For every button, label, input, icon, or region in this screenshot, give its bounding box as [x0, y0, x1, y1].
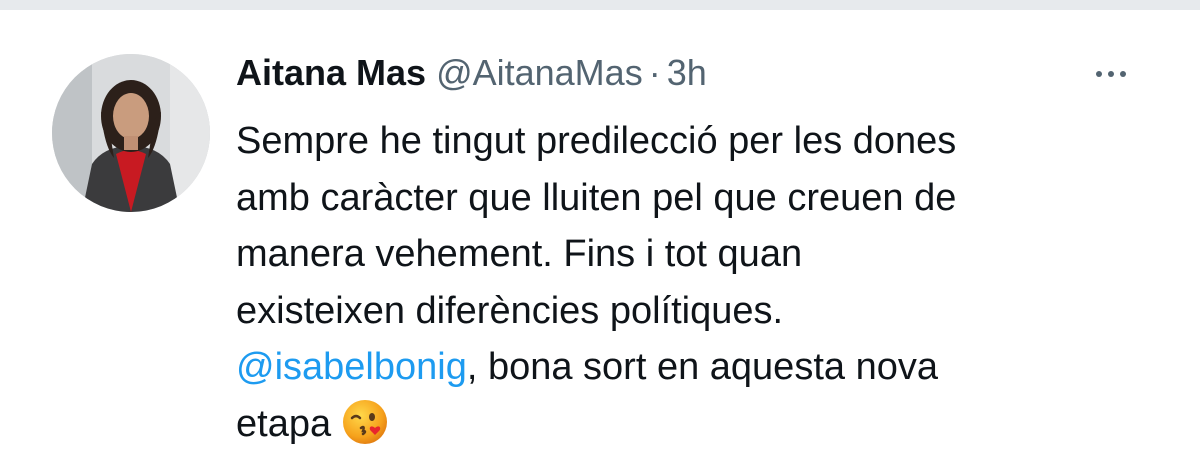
tweet-text-line: amb caràcter que lluiten pel que creuen … [236, 176, 957, 219]
separator-dot: · [648, 52, 661, 93]
tweet-text: Sempre he tingut predilecció per les don… [236, 113, 1156, 452]
tweet-text-line: existeixen diferències polítiques. [236, 289, 784, 332]
mention-suffix-text: , bona sort en aquesta nova [466, 346, 938, 388]
tweet[interactable]: Aitana Mas @AitanaMas · 3h Sempre he tingut… [0, 10, 1200, 470]
tweet-text-line: manera vehement. Fins i tot quan [236, 233, 803, 275]
page: Aitana Mas @AitanaMas · 3h Sempre he tingut… [0, 0, 1200, 470]
more-horizontal-icon [1108, 71, 1114, 77]
tweet-timestamp[interactable]: 3h [667, 52, 707, 93]
mention-link[interactable]: @isabelbonig [236, 346, 467, 388]
more-options-button[interactable] [1088, 56, 1134, 92]
tweet-text-line: @isabelbonig, bona sort en aquesta nova [236, 339, 1156, 396]
author-display-name[interactable]: Aitana Mas [236, 52, 426, 93]
avatar[interactable] [52, 54, 210, 212]
more-horizontal-icon [1120, 71, 1126, 77]
last-line-text: etapa [236, 402, 332, 445]
top-divider [0, 0, 1200, 10]
more-horizontal-icon [1096, 71, 1102, 77]
tweet-text-line: Sempre he tingut predilecció per les don… [236, 120, 957, 162]
face-blowing-a-kiss-emoji [343, 399, 388, 444]
tweet-header: Aitana Mas @AitanaMas · 3h [236, 48, 707, 98]
tweet-text-line: etapa [236, 396, 1156, 453]
author-handle[interactable]: @AitanaMas [436, 52, 643, 93]
